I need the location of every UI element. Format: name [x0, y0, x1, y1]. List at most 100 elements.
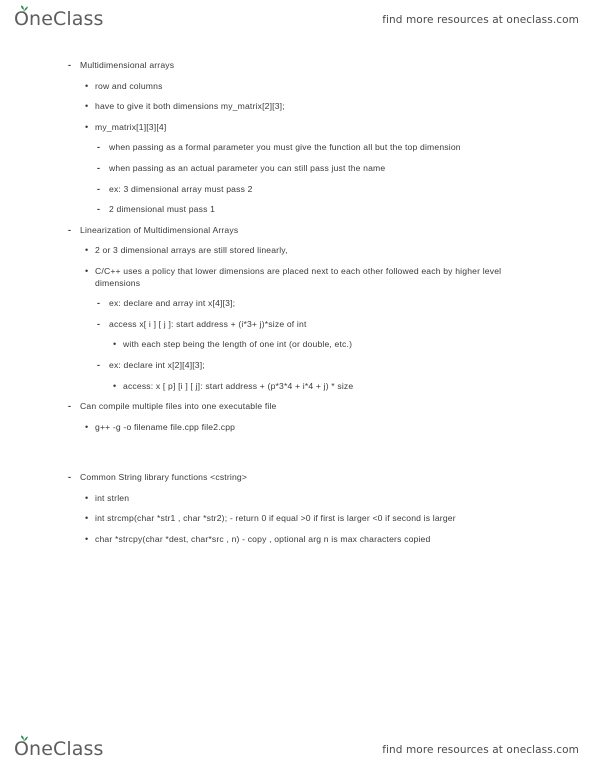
outline-item: - when passing as an actual parameter you…	[0, 163, 595, 175]
outline-item-text: char *strcpy(char *dest, char*src , n) -…	[95, 534, 431, 545]
outline-item-text: Linearization of Multidimensional Arrays	[80, 224, 239, 235]
dot-bullet-icon: •	[85, 421, 89, 432]
outline-item-text: Multidimensional arrays	[80, 60, 175, 70]
dot-bullet-icon: •	[113, 339, 117, 350]
footer-tagline: find more resources at oneclass.com	[382, 744, 579, 756]
dash-bullet-icon: -	[97, 142, 101, 153]
dash-bullet-icon: -	[97, 298, 101, 309]
dash-bullet-icon: -	[68, 401, 72, 412]
outline-item-text: ex: declare int x[2][4][3];	[109, 359, 205, 370]
line-spacer	[0, 72, 595, 81]
outline-item-text: int strlen	[95, 492, 130, 503]
header-tagline: find more resources at oneclass.com	[382, 14, 579, 26]
outline-item-text: 2 or 3 dimensional arrays are still stor…	[95, 245, 288, 256]
dash-bullet-icon: -	[68, 472, 72, 483]
dot-bullet-icon: •	[85, 492, 89, 503]
line-spacer	[0, 546, 595, 555]
outline-item-text: row and columns	[95, 80, 163, 91]
outline-item: • have to give it both dimensions my_matr…	[0, 101, 595, 113]
outline-item: • char *strcpy(char *dest, char*src , n) …	[0, 534, 595, 546]
dot-bullet-icon: •	[85, 513, 89, 524]
line-spacer	[0, 372, 595, 381]
line-spacer	[0, 310, 595, 319]
outline-item-text: access x[ i ] [ j ]: start address + (i*…	[109, 318, 307, 329]
leaf-sprout-icon	[21, 5, 28, 13]
outline-item: • access: x [ p] [i ] [ j]: start address…	[0, 381, 595, 393]
outline-item-text: have to give it both dimensions my_matri…	[95, 101, 285, 112]
outline-item-text: g++ -g -o filename file.cpp file2.cpp	[95, 421, 236, 432]
outline-item: -2 dimensional must pass 1	[0, 204, 595, 216]
outline-item-text: when passing as an actual parameter you …	[109, 162, 386, 173]
outline-item: • row and columns	[0, 81, 595, 93]
outline-item: - ex: declare int x[2][4][3];	[0, 360, 595, 372]
outline-item-text: my_matrix[1][3][4]	[95, 121, 167, 132]
outline-item-text: access: x [ p] [i ] [ j]: start address …	[123, 380, 354, 391]
outline-item: - access x[ i ] [ j ]: start address + (i…	[0, 319, 595, 331]
footer-brand-logo: OneClass	[14, 735, 103, 760]
lecture-notes-body: - Multidimensional arrays • row and columns…	[0, 60, 595, 555]
dot-bullet-icon: •	[85, 121, 89, 132]
line-spacer	[0, 525, 595, 534]
line-spacer	[0, 175, 595, 184]
page-header: OneClass find more resources at oneclass…	[0, 0, 595, 40]
line-spacer	[0, 92, 595, 101]
brand-mark: OneClass	[14, 5, 103, 30]
outline-item: • g++ -g -o filename file.cpp file2.cpp	[0, 422, 595, 434]
dot-bullet-icon: •	[85, 101, 89, 112]
line-spacer	[0, 289, 595, 298]
line-spacer	[0, 484, 595, 493]
brand-mark: OneClass	[14, 735, 103, 760]
line-spacer	[0, 113, 595, 122]
outline-item: - Can compile multiple files into one exe…	[0, 401, 595, 413]
line-spacer	[0, 195, 595, 204]
dash-bullet-icon: -	[97, 204, 101, 215]
line-spacer	[0, 413, 595, 422]
outline-item: - Common String library functions <cstrin…	[0, 472, 595, 484]
outline-item: - ex: declare and array int x[4][3];	[0, 298, 595, 310]
outline-item: • with each step being the length of one …	[0, 339, 595, 351]
header-brand-logo: OneClass	[14, 5, 103, 30]
dash-bullet-icon: -	[68, 224, 72, 235]
line-spacer	[0, 433, 595, 442]
outline-item: - Linearization of Multidimensional Array…	[0, 225, 595, 237]
outline-item: - ex: 3 dimensional array must pass 2	[0, 184, 595, 196]
page-footer: OneClass find more resources at oneclass…	[0, 730, 595, 770]
outline-item-text: ex: 3 dimensional array must pass 2	[109, 183, 253, 194]
dash-bullet-icon: -	[97, 359, 101, 370]
dot-bullet-icon: •	[85, 265, 89, 276]
line-spacer	[0, 133, 595, 142]
leaf-sprout-icon	[21, 735, 28, 743]
outline-item: • C/C++ uses a policy that lower dimensio…	[0, 266, 595, 289]
outline-item: • int strlen	[0, 493, 595, 505]
line-spacer	[0, 216, 595, 225]
line-spacer	[0, 504, 595, 513]
outline-item-text: when passing as a formal parameter you m…	[109, 142, 461, 153]
line-spacer	[0, 392, 595, 401]
outline-item-text: ex: declare and array int x[4][3];	[109, 298, 236, 309]
dash-bullet-icon: -	[97, 162, 101, 173]
outline-item-text: Can compile multiple files into one exec…	[80, 401, 277, 412]
line-spacer	[0, 257, 595, 266]
outline-item-text: int strcmp(char *str1 , char *str2); - r…	[95, 513, 456, 524]
dash-bullet-icon: -	[97, 318, 101, 329]
outline-item: • my_matrix[1][3][4]	[0, 122, 595, 134]
dash-bullet-icon: -	[68, 60, 72, 70]
dot-bullet-icon: •	[85, 245, 89, 256]
line-spacer	[0, 154, 595, 163]
outline-item-text: Common String library functions <cstring…	[80, 472, 248, 483]
line-spacer	[0, 330, 595, 339]
outline-item-text: C/C++ uses a policy that lower dimension…	[95, 265, 502, 288]
dot-bullet-icon: •	[85, 534, 89, 545]
line-spacer	[0, 236, 595, 245]
outline-item-text: 2 dimensional must pass 1	[109, 204, 216, 215]
outline-item: • 2 or 3 dimensional arrays are still sto…	[0, 245, 595, 257]
line-spacer	[0, 351, 595, 360]
dash-bullet-icon: -	[97, 183, 101, 194]
outline-item: - when passing as a formal parameter you …	[0, 142, 595, 154]
outline-item: • int strcmp(char *str1 , char *str2); - …	[0, 513, 595, 525]
outline-item-text: with each step being the length of one i…	[123, 339, 353, 350]
outline-item: - Multidimensional arrays	[0, 60, 595, 72]
dot-bullet-icon: •	[85, 80, 89, 91]
dot-bullet-icon: •	[113, 380, 117, 391]
